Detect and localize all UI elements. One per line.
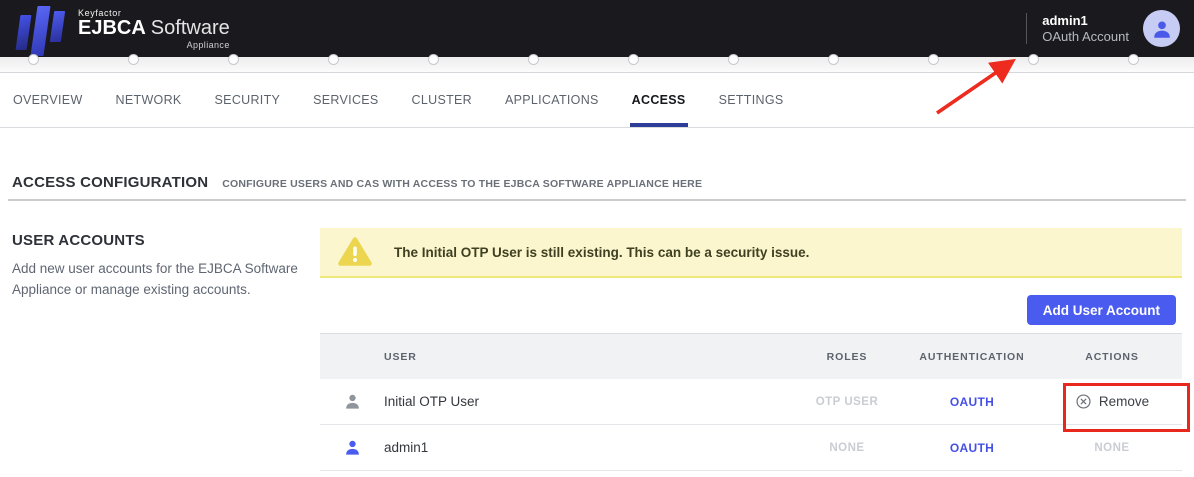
tab-access[interactable]: ACCESS <box>632 73 686 127</box>
actions-cell: Remove <box>1042 393 1182 410</box>
toolbar: Add User Account <box>320 295 1182 325</box>
logo-bar <box>30 6 50 56</box>
user-name: admin1 <box>1042 13 1129 29</box>
app-header: Keyfactor EJBCASoftware Appliance admin1… <box>0 0 1194 57</box>
user-accounts-intro: USER ACCOUNTS Add new user accounts for … <box>12 232 308 301</box>
user-name-cell: admin1 <box>384 440 792 455</box>
user-avatar[interactable] <box>1143 10 1180 47</box>
add-user-account-button[interactable]: Add User Account <box>1027 295 1176 325</box>
brand-product: EJBCASoftware <box>78 18 230 39</box>
user-accounts-description: Add new user accounts for the EJBCA Soft… <box>12 259 308 301</box>
tab-overview[interactable]: OVERVIEW <box>13 73 83 127</box>
nav-tabbar: OVERVIEW NETWORK SECURITY SERVICES CLUST… <box>0 73 1194 128</box>
section-divider <box>8 199 1186 201</box>
user-account-type: OAuth Account <box>1042 29 1129 45</box>
column-header-actions: ACTIONS <box>1042 351 1182 363</box>
column-header-roles: ROLES <box>792 351 902 363</box>
warning-message: The Initial OTP User is still existing. … <box>394 245 809 260</box>
tab-services[interactable]: SERVICES <box>313 73 378 127</box>
logo-bar <box>50 11 65 42</box>
user-icon-cell <box>320 392 384 411</box>
tab-network[interactable]: NETWORK <box>116 73 182 127</box>
stepper-dot <box>128 54 139 65</box>
column-header-user: USER <box>384 351 792 363</box>
user-info[interactable]: admin1 OAuth Account <box>1042 13 1129 45</box>
user-icon-cell <box>320 438 384 457</box>
stepper-strip <box>0 57 1194 73</box>
person-icon <box>1151 18 1173 40</box>
logo-bar <box>16 15 32 50</box>
stepper-dot <box>228 54 239 65</box>
circled-x-icon <box>1075 393 1092 410</box>
person-icon <box>343 438 362 457</box>
user-name-cell: Initial OTP User <box>384 394 792 409</box>
remove-user-button[interactable]: Remove <box>1075 393 1149 410</box>
authentication-cell: OAUTH <box>902 395 1042 409</box>
page-title: ACCESS CONFIGURATION <box>12 174 208 191</box>
warning-triangle-icon <box>338 237 372 267</box>
stepper-dot <box>1028 54 1039 65</box>
brand-text: Keyfactor EJBCASoftware Appliance <box>78 8 230 50</box>
stepper-dot <box>28 54 39 65</box>
column-header-authentication: AUTHENTICATION <box>902 351 1042 363</box>
stepper-dot <box>728 54 739 65</box>
tab-settings[interactable]: SETTINGS <box>719 73 784 127</box>
keyfactor-logo-icon <box>14 3 68 55</box>
authentication-cell: OAUTH <box>902 441 1042 455</box>
table-header-row: USER ROLES AUTHENTICATION ACTIONS <box>320 334 1182 379</box>
section-header: ACCESS CONFIGURATION CONFIGURE USERS AND… <box>12 174 1182 191</box>
table-row: Initial OTP User OTP USER OAUTH Remove <box>320 379 1182 425</box>
user-accounts-panel: The Initial OTP User is still existing. … <box>320 228 1182 471</box>
tab-cluster[interactable]: CLUSTER <box>412 73 472 127</box>
stepper-dot <box>928 54 939 65</box>
warning-banner: The Initial OTP User is still existing. … <box>320 228 1182 278</box>
table-row: admin1 NONE OAUTH NONE <box>320 425 1182 471</box>
brand-product-suffix: Software <box>151 17 230 39</box>
page-subtitle: CONFIGURE USERS AND CAS WITH ACCESS TO T… <box>222 178 702 190</box>
stepper-dot <box>428 54 439 65</box>
brand-product-name: EJBCA <box>78 17 146 39</box>
stepper-dot <box>1128 54 1139 65</box>
user-accounts-table: USER ROLES AUTHENTICATION ACTIONS Initia… <box>320 333 1182 471</box>
roles-cell: NONE <box>792 442 902 454</box>
user-accounts-heading: USER ACCOUNTS <box>12 232 308 249</box>
actions-cell: NONE <box>1042 442 1182 454</box>
remove-label: Remove <box>1099 394 1149 409</box>
stepper-dot <box>528 54 539 65</box>
stepper-dot <box>628 54 639 65</box>
brand-sub: Appliance <box>78 40 230 50</box>
stepper-dot <box>828 54 839 65</box>
person-icon <box>343 392 362 411</box>
ejbca-appliance-page: Keyfactor EJBCASoftware Appliance admin1… <box>0 0 1194 477</box>
header-divider <box>1026 13 1027 44</box>
tab-security[interactable]: SECURITY <box>215 73 281 127</box>
tab-applications[interactable]: APPLICATIONS <box>505 73 599 127</box>
roles-cell: OTP USER <box>792 396 902 408</box>
stepper-dot <box>328 54 339 65</box>
